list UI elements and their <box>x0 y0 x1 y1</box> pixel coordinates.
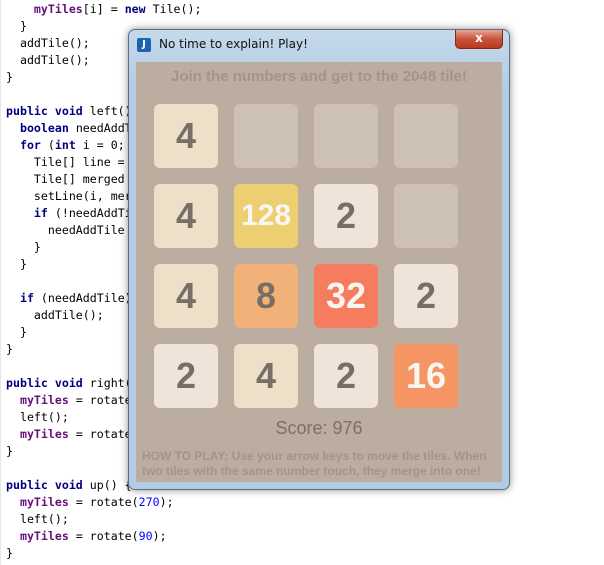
window-titlebar[interactable]: J No time to explain! Play! x <box>129 30 509 60</box>
code-line: } <box>6 444 13 458</box>
window-title: No time to explain! Play! <box>159 37 308 51</box>
tile-4: 4 <box>154 104 218 168</box>
code-line: } <box>6 240 41 254</box>
code-line: myTiles = rotate(270); <box>19 495 174 509</box>
tile-2: 2 <box>314 344 378 408</box>
code-line: left(); <box>6 512 69 526</box>
game-heading: Join the numbers and get to the 2048 til… <box>171 68 467 85</box>
code-line: addTile(); <box>6 308 104 322</box>
code-line: } <box>6 325 27 339</box>
code-line: myTiles = rotate(90); <box>19 529 167 543</box>
tile-4: 4 <box>154 264 218 328</box>
code-line: public void left() { <box>6 104 146 118</box>
close-button[interactable]: x <box>455 30 503 49</box>
tile-32: 32 <box>314 264 378 328</box>
score-label: Score: 976 <box>275 418 363 438</box>
empty-tile <box>394 184 458 248</box>
game-window[interactable]: J No time to explain! Play! x Join the n… <box>128 29 510 490</box>
tile-16: 16 <box>394 344 458 408</box>
code-line: } <box>6 19 27 33</box>
code-line: } <box>6 546 13 560</box>
code-line: addTile(); <box>6 36 90 50</box>
tile-128: 128 <box>234 184 298 248</box>
code-line: } <box>6 342 13 356</box>
game-board[interactable]: Join the numbers and get to the 2048 til… <box>136 62 502 482</box>
empty-tile <box>234 104 298 168</box>
tile-8: 8 <box>234 264 298 328</box>
intellij-app-icon: J <box>137 38 151 52</box>
code-line: if (needAddTile) { <box>19 291 146 305</box>
empty-tile <box>314 104 378 168</box>
code-line: } <box>6 257 27 271</box>
empty-tile <box>394 104 458 168</box>
how-to-play-text: HOW TO PLAY: Use your arrow keys to move… <box>142 449 487 478</box>
tile-4: 4 <box>234 344 298 408</box>
code-line: left(); <box>6 410 69 424</box>
tile-4: 4 <box>154 184 218 248</box>
tile-2: 2 <box>154 344 218 408</box>
code-line: myTiles[i] = new Tile(); <box>33 2 202 16</box>
code-line: public void up() { <box>6 478 132 492</box>
code-line: } <box>6 70 13 84</box>
tile-2: 2 <box>314 184 378 248</box>
tile-2: 2 <box>394 264 458 328</box>
code-line: addTile(); <box>6 53 90 67</box>
